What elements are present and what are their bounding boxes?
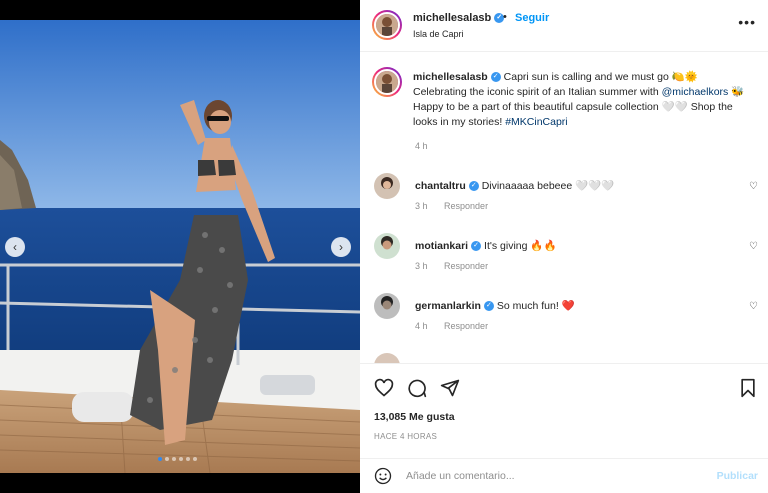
post-header: michellesalasb ✓ • Seguir Isla de Capri •…: [360, 0, 768, 52]
post-photo: [0, 20, 360, 473]
caption-time: 4 h: [415, 141, 428, 151]
more-options-icon[interactable]: •••: [738, 14, 756, 30]
author-avatar[interactable]: [372, 10, 402, 40]
carousel-dot: [186, 457, 190, 461]
post-location[interactable]: Isla de Capri: [413, 29, 464, 39]
follow-button[interactable]: Seguir: [515, 12, 549, 24]
likes-count[interactable]: 13,085 Me gusta: [374, 411, 455, 423]
caption-mention[interactable]: @michaelkors: [662, 86, 729, 98]
verified-icon: ✓: [490, 72, 501, 83]
comment-time: 3 h: [415, 261, 428, 271]
caption-username[interactable]: michellesalasb: [413, 71, 488, 83]
commenter-avatar[interactable]: [374, 173, 400, 199]
comment-time: 4 h: [415, 321, 428, 331]
comment-text: So much fun! ❤️: [496, 300, 575, 312]
commenter-username[interactable]: motiankari: [415, 240, 468, 252]
publish-button[interactable]: Publicar: [717, 470, 758, 482]
heart-icon[interactable]: ♡: [749, 241, 758, 252]
comment-meta: 3 h Responder: [415, 201, 502, 211]
comment-item-partial: [360, 353, 768, 363]
like-heart-icon[interactable]: [374, 378, 394, 398]
comment-item: chantaltru ✓ Divinaaaaa bebeee 🤍🤍🤍 3 h Re…: [360, 173, 768, 233]
save-bookmark-icon[interactable]: [738, 378, 758, 398]
carousel-indicator: [158, 457, 197, 461]
comment-item: germanlarkin ✓ So much fun! ❤️ 4 h Respon…: [360, 293, 768, 353]
comment-time: 3 h: [415, 201, 428, 211]
header-separator: •: [503, 11, 507, 23]
comment-body: germanlarkin ✓ So much fun! ❤️: [415, 299, 575, 312]
comment-body: motiankari ✓ It's giving 🔥🔥: [415, 239, 557, 252]
verified-icon: ✓: [483, 301, 494, 312]
author-username[interactable]: michellesalasb ✓: [413, 12, 505, 24]
caption-avatar[interactable]: [372, 67, 402, 97]
commenter-username[interactable]: chantaltru: [415, 180, 466, 192]
verified-icon: ✓: [471, 241, 482, 252]
carousel-dot: [165, 457, 169, 461]
carousel-next-button[interactable]: ›: [331, 237, 351, 257]
verified-icon: ✓: [468, 181, 479, 192]
carousel-dot: [193, 457, 197, 461]
carousel-dot: [179, 457, 183, 461]
post-actions: 13,085 Me gusta HACE 4 HORAS: [360, 363, 768, 458]
caption-hashtag[interactable]: #MKCinCapri: [505, 116, 567, 128]
add-comment-bar: Publicar: [360, 458, 768, 493]
commenter-avatar[interactable]: [374, 233, 400, 259]
post-media: ‹ ›: [0, 0, 360, 493]
post-timestamp: HACE 4 HORAS: [374, 432, 438, 441]
heart-icon[interactable]: ♡: [749, 301, 758, 312]
comment-input[interactable]: [406, 468, 696, 484]
carousel-prev-button[interactable]: ‹: [5, 237, 25, 257]
heart-icon[interactable]: ♡: [749, 181, 758, 192]
commenter-username[interactable]: germanlarkin: [415, 300, 481, 312]
comments-list[interactable]: michellesalasb ✓ Capri sun is calling and…: [360, 53, 768, 363]
post-sidebar: michellesalasb ✓ • Seguir Isla de Capri •…: [360, 0, 768, 493]
post-caption: michellesalasb ✓ Capri sun is calling and…: [413, 70, 748, 130]
carousel-dot: [158, 457, 162, 461]
reply-button[interactable]: Responder: [444, 201, 488, 211]
comment-bubble-icon[interactable]: [407, 378, 427, 398]
comment-body: chantaltru ✓ Divinaaaaa bebeee 🤍🤍🤍: [415, 179, 614, 192]
comment-text: Divinaaaaa bebeee 🤍🤍🤍: [481, 180, 615, 192]
comment-text: It's giving 🔥🔥: [484, 240, 557, 252]
comment-item: motiankari ✓ It's giving 🔥🔥 3 h Responder…: [360, 233, 768, 293]
comment-meta: 4 h Responder: [415, 321, 502, 331]
commenter-avatar[interactable]: [374, 353, 400, 363]
commenter-avatar[interactable]: [374, 293, 400, 319]
reply-button[interactable]: Responder: [444, 261, 488, 271]
share-icon[interactable]: [440, 378, 460, 398]
reply-button[interactable]: Responder: [444, 321, 488, 331]
carousel-dot: [172, 457, 176, 461]
emoji-icon[interactable]: [374, 467, 392, 485]
comment-meta: 3 h Responder: [415, 261, 502, 271]
